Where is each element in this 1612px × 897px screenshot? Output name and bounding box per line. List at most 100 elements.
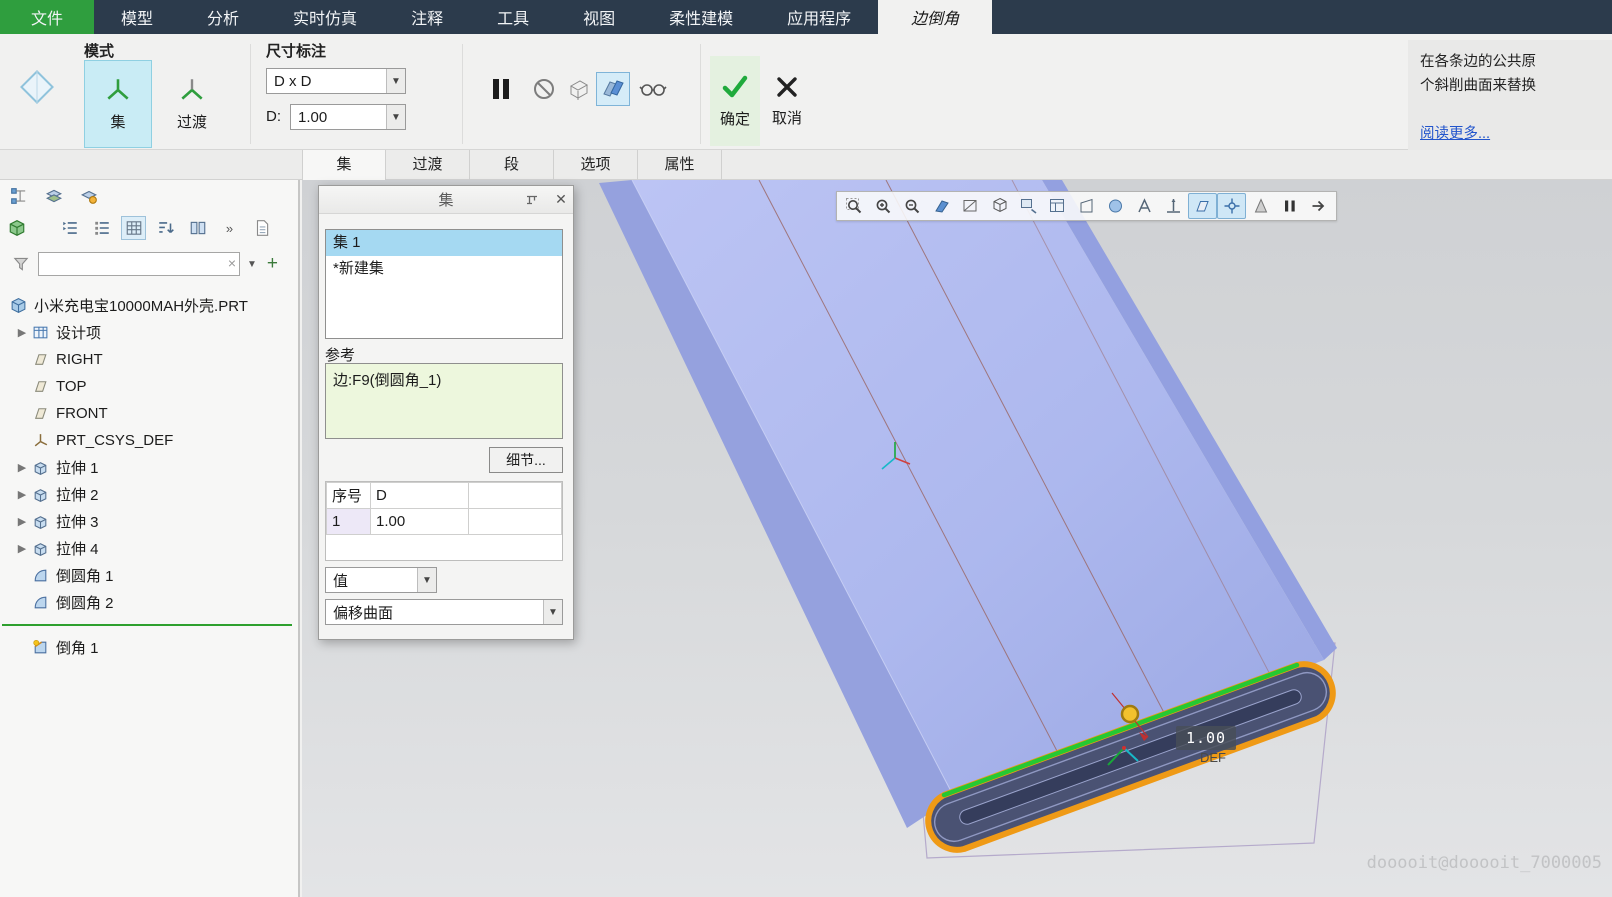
filter-dropdown-icon[interactable]: ▼ xyxy=(245,259,259,270)
zoom-out-icon[interactable] xyxy=(898,193,927,219)
menu-model[interactable]: 模型 xyxy=(94,0,180,34)
chamfer-scheme-dropdown[interactable]: D x D ▼ xyxy=(266,68,406,94)
expand-arrow-icon[interactable]: ▶ xyxy=(14,542,30,555)
spin-center-toggle-icon[interactable] xyxy=(1217,193,1246,219)
no-preview-button[interactable] xyxy=(527,72,561,106)
measure-surface-dropdown[interactable]: 偏移曲面 ▼ xyxy=(325,599,563,625)
ok-button[interactable]: 确定 xyxy=(710,56,760,146)
saved-orientations-icon[interactable] xyxy=(1014,193,1043,219)
sets-mode-button[interactable]: 集 xyxy=(84,60,152,148)
expand-arrow-icon[interactable]: ▶ xyxy=(14,326,30,339)
tree-item-extrude-1[interactable]: ▶ 拉伸 1 xyxy=(0,454,296,481)
layer-tree-icon[interactable] xyxy=(41,184,66,208)
tab-options[interactable]: 选项 xyxy=(554,150,638,180)
sets-panel-titlebar[interactable]: 集 ✕ xyxy=(319,186,573,214)
view-manager-icon[interactable] xyxy=(1043,193,1072,219)
zoom-in-icon[interactable] xyxy=(869,193,898,219)
tree-item-extrude-3[interactable]: ▶ 拉伸 3 xyxy=(0,508,296,535)
cancel-button[interactable]: 取消 xyxy=(762,56,812,146)
close-icon[interactable]: ✕ xyxy=(549,191,573,208)
menu-view[interactable]: 视图 xyxy=(556,0,642,34)
table-cell-d-value[interactable]: 1.00 xyxy=(371,509,469,535)
display-style-icon[interactable] xyxy=(985,193,1014,219)
annotation-display-icon[interactable] xyxy=(1130,193,1159,219)
read-more-link[interactable]: 阅读更多... xyxy=(1420,122,1490,143)
set-list-item-selected[interactable]: 集 1 xyxy=(326,230,562,256)
tree-item-extrude-2[interactable]: ▶ 拉伸 2 xyxy=(0,481,296,508)
verify-glasses-button[interactable] xyxy=(636,72,670,106)
pause-feature-button[interactable] xyxy=(484,72,518,106)
tree-columns-list-icon[interactable] xyxy=(89,216,114,240)
render-style-icon[interactable] xyxy=(956,193,985,219)
expand-arrow-icon[interactable]: ▶ xyxy=(14,461,30,474)
tree-item-round-1[interactable]: ▶ 倒圆角 1 xyxy=(0,562,296,589)
expand-arrow-icon[interactable]: ▶ xyxy=(14,488,30,501)
set-list-item-new[interactable]: *新建集 xyxy=(326,256,562,282)
exit-resume-icon[interactable] xyxy=(1304,193,1333,219)
tab-transitions[interactable]: 过渡 xyxy=(386,150,470,180)
tab-pieces[interactable]: 段 xyxy=(470,150,554,180)
tree-item-round-2[interactable]: ▶ 倒圆角 2 xyxy=(0,589,296,616)
menu-edge-chamfer-active[interactable]: 边倒角 xyxy=(878,0,992,34)
more-tools-chevron-icon[interactable]: » xyxy=(217,216,242,240)
3d-dragger-icon[interactable] xyxy=(1246,193,1275,219)
tree-item-front-plane[interactable]: ▶ FRONT xyxy=(0,400,296,427)
tree-item-label: 倒圆角 2 xyxy=(56,592,114,613)
wireframe-preview-button[interactable] xyxy=(562,72,596,106)
tree-item-right-plane[interactable]: ▶ RIGHT xyxy=(0,346,296,373)
add-filter-icon[interactable]: + xyxy=(264,253,281,275)
tree-item-extrude-4[interactable]: ▶ 拉伸 4 xyxy=(0,535,296,562)
menu-file[interactable]: 文件 xyxy=(0,0,94,34)
insert-indicator-line[interactable] xyxy=(2,624,292,626)
dock-pin-icon[interactable] xyxy=(525,194,549,206)
tree-item-csys[interactable]: ▶ PRT_CSYS_DEF xyxy=(0,427,296,454)
table-cell-index[interactable]: 1 xyxy=(327,509,371,535)
expand-arrow-icon[interactable]: ▶ xyxy=(14,515,30,528)
tree-root-part[interactable]: 小米充电宝10000MAH外壳.PRT xyxy=(0,292,296,319)
tree-item-chamfer-1-pending[interactable]: ▶ 倒角 1 xyxy=(0,634,296,661)
sets-panel-title: 集 xyxy=(367,189,525,210)
clear-filter-icon[interactable]: × xyxy=(228,255,236,271)
menu-applications[interactable]: 应用程序 xyxy=(760,0,878,34)
transitions-mode-button[interactable]: 过渡 xyxy=(158,60,226,148)
datum-plane-icon xyxy=(32,351,49,368)
menu-annotate[interactable]: 注释 xyxy=(384,0,470,34)
tab-properties[interactable]: 属性 xyxy=(638,150,722,180)
attached-preview-button[interactable] xyxy=(596,72,630,106)
tree-item-design-items[interactable]: ▶ 设计项 xyxy=(0,319,296,346)
value-type-dropdown[interactable]: 值 ▼ xyxy=(325,567,437,593)
active-model-icon[interactable] xyxy=(4,216,29,240)
menu-analysis[interactable]: 分析 xyxy=(180,0,266,34)
refit-icon[interactable] xyxy=(840,193,869,219)
layer-settings-icon[interactable] xyxy=(76,184,101,208)
repaint-icon[interactable] xyxy=(927,193,956,219)
chamfer-sets-list[interactable]: 集 1 *新建集 xyxy=(325,229,563,339)
menu-flexible-modeling[interactable]: 柔性建模 xyxy=(642,0,760,34)
tree-filters-icon[interactable] xyxy=(57,216,82,240)
reference-item[interactable]: 边:F9(倒圆角_1) xyxy=(333,369,555,390)
dimension-drag-handle[interactable] xyxy=(1122,706,1138,722)
sort-tree-icon[interactable] xyxy=(153,216,178,240)
tree-filter-input[interactable] xyxy=(39,253,239,275)
details-button[interactable]: 细节... xyxy=(489,447,563,473)
references-collector[interactable]: 边:F9(倒圆角_1) xyxy=(325,363,563,439)
column-display-icon[interactable] xyxy=(185,216,210,240)
menu-tools[interactable]: 工具 xyxy=(470,0,556,34)
d-value-dropdown[interactable]: 1.00 ▼ xyxy=(290,104,406,130)
perspective-icon[interactable] xyxy=(1072,193,1101,219)
ribbon-separator xyxy=(700,44,701,144)
dimension-group-label: 尺寸标注 xyxy=(266,40,326,61)
help-text-line1: 在各条边的公共原 xyxy=(1420,50,1612,74)
menu-live-simulation[interactable]: 实时仿真 xyxy=(266,0,384,34)
dimension-table: 序号 D 1 1.00 xyxy=(325,481,563,561)
tree-document-icon[interactable] xyxy=(249,216,274,240)
tree-grid-view-icon[interactable] xyxy=(121,216,146,240)
axis-display-icon[interactable] xyxy=(1159,193,1188,219)
tree-item-top-plane[interactable]: ▶ TOP xyxy=(0,373,296,400)
tab-sets[interactable]: 集 xyxy=(302,150,386,180)
chamfer-dimension-label[interactable]: 1.00 xyxy=(1176,726,1236,750)
datum-display-icon[interactable] xyxy=(1188,193,1217,219)
pause-icon[interactable] xyxy=(1275,193,1304,219)
navigator-tree-icon[interactable] xyxy=(6,184,31,208)
scene-icon[interactable] xyxy=(1101,193,1130,219)
